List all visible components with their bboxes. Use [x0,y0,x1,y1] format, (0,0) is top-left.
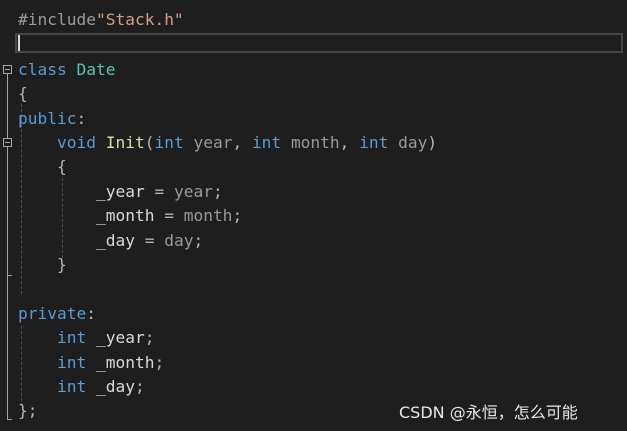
code-line[interactable]: private: [0,302,627,326]
code-token: "Stack.h" [95,10,184,29]
code-token: = [154,206,184,225]
code-line[interactable]: _year = year; [0,180,627,204]
code-token: int [359,133,389,152]
code-token: int [56,328,87,347]
code-token: ; [232,206,243,225]
code-line-text: void Init(int year, int month, int day) [18,131,437,155]
code-line-text: } [18,253,67,277]
code-line-text: private: [18,302,96,326]
code-line-text: { [18,155,67,179]
code-token: day [398,133,428,152]
code-line-text: int _day; [18,375,145,399]
code-token: year [193,133,233,152]
code-token: int [154,133,184,152]
code-line[interactable]: int _year; [0,326,627,350]
code-line-text: #include"Stack.h" [18,8,184,32]
code-token: ; [193,231,204,250]
code-line[interactable]: { [0,82,627,106]
code-token: { [18,157,67,176]
code-line-text: class Date [18,58,115,82]
code-line-text: _day = day; [18,229,203,253]
code-token: = [144,182,174,201]
code-line[interactable]: { [0,155,627,179]
code-token: public [18,109,77,128]
code-line-text: { [18,82,28,106]
code-token: month [183,206,233,225]
code-token: ; [134,377,145,396]
code-token: private [18,304,87,323]
code-line[interactable] [0,33,627,57]
code-token: } [18,255,67,274]
code-line[interactable]: #include"Stack.h" [0,8,627,32]
code-token: ; [154,353,165,372]
code-line[interactable] [0,277,627,301]
code-token: ) [427,133,438,152]
code-editor[interactable]: #include"Stack.h" class Date { public: void… [0,0,627,431]
code-token: _day [95,231,135,250]
code-token: }; [18,401,38,420]
code-token: ( [144,133,155,152]
code-line-text: int _year; [18,326,154,350]
code-token: , [339,133,360,152]
code-token: = [134,231,165,250]
code-line-text: _year = year; [18,180,223,204]
code-token: day [164,231,194,250]
code-line-text: _month = month; [18,204,242,228]
code-line[interactable]: _day = day; [0,229,627,253]
code-token: ; [144,328,155,347]
code-token: , [232,133,252,152]
code-line-text: public: [18,107,86,131]
code-token: Init [105,133,145,152]
code-token: #include [18,10,96,29]
code-token: : [76,109,87,128]
code-token: _month [95,353,155,372]
code-token: void [56,133,96,152]
code-line[interactable]: class Date [0,58,627,82]
code-token: int [251,133,282,152]
code-token: _year [95,328,145,347]
code-token: class [18,60,67,79]
code-line[interactable]: public: [0,107,627,131]
code-line[interactable]: } [0,253,627,277]
code-line[interactable]: int _month; [0,351,627,375]
code-token: Date [76,60,116,79]
code-line[interactable]: _month = month; [0,204,627,228]
code-line-text: int _month; [18,351,164,375]
code-token: month [290,133,340,152]
code-token: int [56,377,87,396]
code-token: _month [95,206,155,225]
code-token: int [56,353,87,372]
watermark: CSDN @永恒，怎么可能 [399,403,578,422]
code-token: : [86,304,96,323]
code-token: ; [212,182,223,201]
code-token: _day [95,377,135,396]
code-token: year [173,182,213,201]
code-line-text: }; [18,399,38,423]
code-line[interactable]: void Init(int year, int month, int day) [0,131,627,155]
code-token: { [18,84,28,103]
code-token: _year [95,182,145,201]
code-line[interactable]: int _day; [0,375,627,399]
